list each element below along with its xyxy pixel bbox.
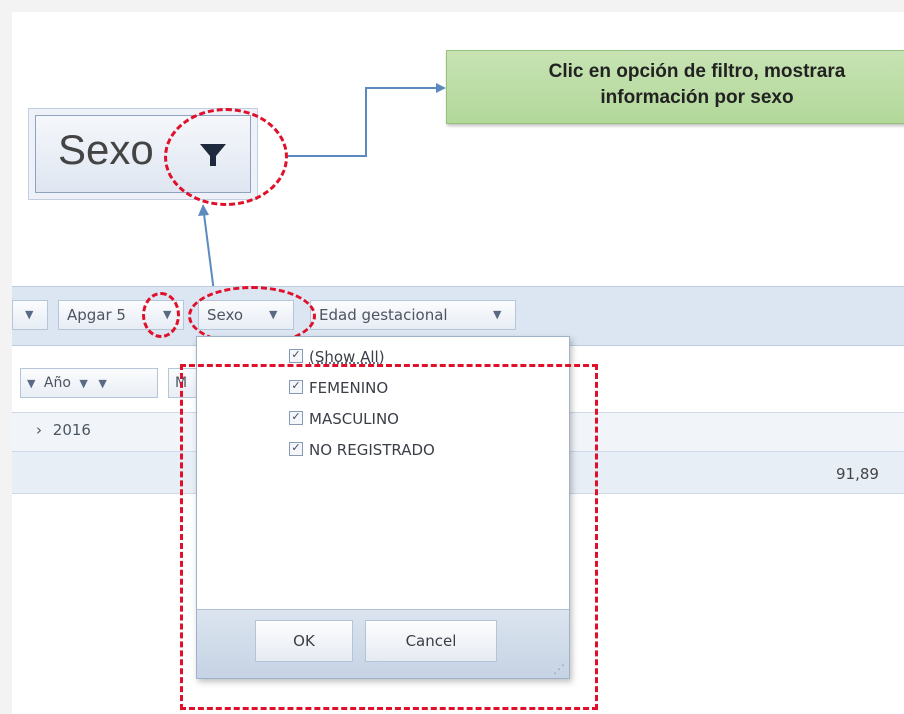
highlight-ellipse-apgar-filter (142, 292, 180, 338)
check-icon[interactable]: ✓ (289, 348, 303, 363)
chevron-right-icon[interactable]: › (36, 421, 42, 439)
filter-chip-label: Edad gestacional (319, 306, 448, 324)
filter-chip-edad-gestacional[interactable]: Edad gestacional ▼ (310, 300, 516, 330)
sort-triangle-icon[interactable]: ▼ (79, 377, 87, 390)
year-row-header[interactable]: › 2016 (36, 421, 91, 439)
funnel-icon[interactable]: ▼ (25, 301, 33, 329)
row-chip-year-label: Año (43, 375, 71, 391)
filter-chip-label: Apgar 5 (67, 306, 126, 324)
funnel-icon[interactable]: ▼ (493, 301, 501, 329)
chevron-down-icon[interactable]: ▼ (27, 377, 35, 390)
year-row-label: 2016 (52, 421, 91, 439)
row-chip-year[interactable]: ▼ Año ▼ ▼ (20, 368, 158, 398)
filter-chip-prev[interactable]: ▼ (12, 300, 48, 330)
highlight-box-popup (180, 364, 598, 710)
total-value: 91,89 (836, 465, 879, 483)
funnel-icon[interactable]: ▼ (98, 377, 106, 390)
